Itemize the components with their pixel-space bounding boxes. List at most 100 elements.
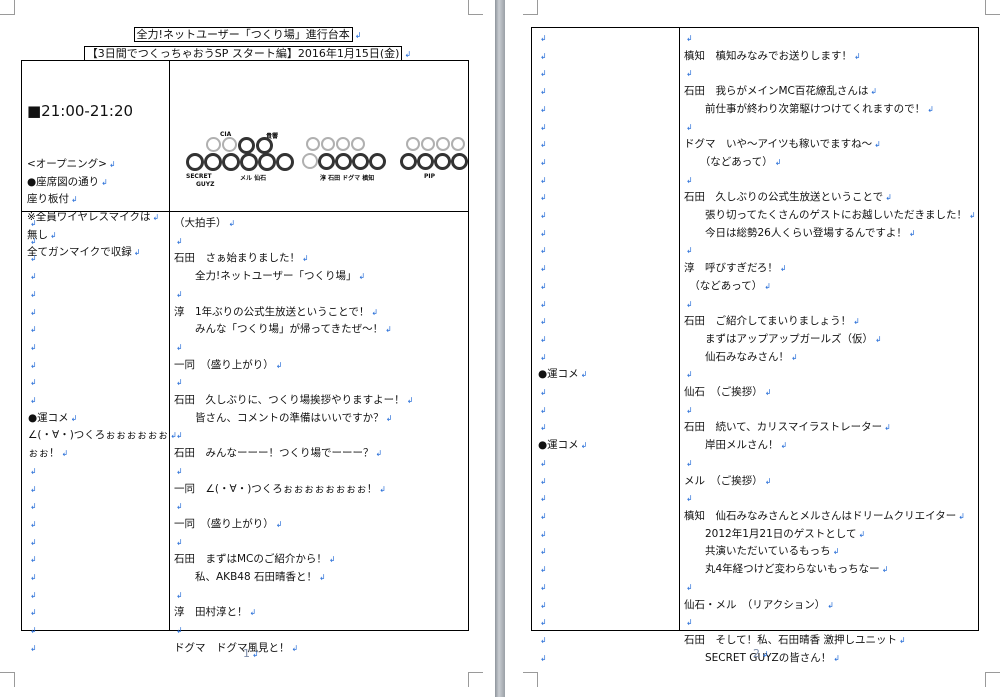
script-line: ↲ <box>30 590 37 600</box>
script-line: 槙知 仙石みなみさんとメルさんはドリームクリエイター ↲ <box>684 509 965 522</box>
script-line: ↲ <box>30 307 37 317</box>
script-line: 全力!ネットユーザー「つくり場」 ↲ <box>174 270 366 283</box>
script-line: ↲ <box>176 590 183 600</box>
script-line: ↲ <box>686 34 693 43</box>
seat-icon <box>258 153 276 171</box>
script-line: 皆さん、コメントの準備はいいですか？ ↲ <box>174 411 393 424</box>
seat-icon <box>436 137 450 151</box>
script-line: ↲ <box>30 537 37 547</box>
script-line: ↲ <box>540 582 547 592</box>
seat-label-secret: SECRET <box>186 173 212 180</box>
script-line: ↲ <box>30 466 37 476</box>
script-line: 一同 ∠(・∀・)つくろぉぉぉぉぉぉぉぉ！ ↲ <box>174 482 386 495</box>
seat-icon <box>417 153 434 170</box>
seat-icon <box>256 137 273 154</box>
script-line: ↲ <box>176 626 183 636</box>
script-line: ↲ <box>686 299 693 309</box>
script-line: 淳 田村淳と！ ↲ <box>174 606 257 619</box>
script-line: ↲ <box>30 378 37 388</box>
seat-label-guyz: GUYZ <box>196 181 215 188</box>
script-line: ↲ <box>540 494 547 504</box>
script-line: 石田 そして！私、石田晴香 激押しユニット ↲ <box>684 633 906 646</box>
script-line: 張り切ってたくさんのゲストにお越しいただきました！ ↲ <box>684 209 976 222</box>
page-gutter <box>495 0 505 697</box>
script-line: ↲ <box>540 175 547 185</box>
seat-icon <box>352 153 369 170</box>
script-line: 石田 まずはMCのご紹介から！ ↲ <box>174 553 336 566</box>
seat-icon <box>238 137 255 154</box>
crop-mark <box>985 0 1000 15</box>
seat-icon <box>434 153 451 170</box>
seat-icon <box>204 153 222 171</box>
seat-icon <box>318 153 335 170</box>
script-line: ↲ <box>30 254 37 264</box>
seat-icon <box>451 137 465 151</box>
script-line: ↲ <box>540 140 547 150</box>
script-line: 2012年1月21日のゲストとして ↲ <box>684 527 866 540</box>
script-line: ↲ <box>176 236 183 246</box>
seat-icon <box>406 137 420 151</box>
script-line: 石田 ご紹介してまいりましょう！ ↲ <box>684 315 860 328</box>
script-table-2: ↲ ↲ ↲ ↲ ↲ ↲ ↲ ↲ ↲ ↲ ↲ ↲ ↲ ↲ ↲ ↲ ↲ ↲ ↲ ●運コメ ↲ ↲ ↲ ↲ ●運コメ ↲ ↲ ↲ ↲ ↲ ↲ ↲ ↲ ↲… <box>531 27 979 664</box>
script-subtitle: 【3日間でつくっちゃおうSP スタート編】2016年1月15日(金) ↲ <box>0 45 495 61</box>
script-line: ↲ <box>30 484 37 494</box>
script-line: ↲ <box>540 600 547 610</box>
script-line: ↲ <box>686 405 693 415</box>
seat-icon <box>302 153 318 169</box>
crop-mark <box>468 0 483 15</box>
script-line: ↲ <box>686 246 693 256</box>
script-line: SECRET GUYZの皆さん！ ↲ <box>684 651 840 664</box>
script-line: ↲ <box>540 69 547 79</box>
script-line: ↲ <box>30 502 37 512</box>
script-line: ↲ <box>540 87 547 97</box>
script-line: ↲ <box>540 423 547 433</box>
script-line: ↲ <box>176 342 183 352</box>
script-line: ↲ <box>540 281 547 291</box>
script-line: ↲ <box>176 289 183 299</box>
script-line: ↲ <box>540 246 547 256</box>
crop-mark <box>523 0 538 15</box>
script-line: ↲ <box>30 555 37 565</box>
script-line: ↲ <box>540 511 547 521</box>
document-page-2: ↲ ↲ ↲ ↲ ↲ ↲ ↲ ↲ ↲ ↲ ↲ ↲ ↲ ↲ ↲ ↲ ↲ ↲ ↲ ●運コメ ↲ ↲ ↲ ↲ ●運コメ ↲ ↲ ↲ ↲ ↲ ↲ ↲ ↲ ↲… <box>505 0 1000 697</box>
seat-icon <box>222 153 240 171</box>
script-line: ↲ <box>540 352 547 362</box>
script-line: ↲ <box>686 582 693 592</box>
seat-label-pip: PIP <box>424 173 436 180</box>
script-line: 一同 （盛り上がり） ↲ <box>174 358 283 371</box>
script-line: 今日は総勢26人くらい登場するんですよ！ ↲ <box>684 226 916 239</box>
seat-icon <box>240 153 258 171</box>
seat-icon <box>336 137 350 151</box>
script-line: ↲ <box>540 405 547 415</box>
seat-icon <box>335 153 352 170</box>
seat-icon <box>351 137 365 151</box>
script-line: 座り板付 ↲ <box>27 193 78 206</box>
script-line: 槙知 槙知みなみでお送りします！ ↲ <box>684 49 861 62</box>
script-line: ↲ <box>540 529 547 539</box>
seat-label-meru-sentoku: メル 仙石 <box>240 175 267 182</box>
script-line: ↲ <box>540 476 547 486</box>
script-line: （などあって） ↲ <box>684 155 782 168</box>
script-line: ↲ <box>30 643 37 653</box>
script-line: ドグマ いや〜アイツも稼いでますね〜 ↲ <box>684 138 881 151</box>
seat-icon <box>222 137 237 152</box>
script-line: ↲ <box>176 502 183 512</box>
script-line: 前仕事が終わり次第駆けつけてくれますので！ ↲ <box>684 102 934 115</box>
script-line: ●座席図の通り ↲ <box>27 175 108 188</box>
section-time: ■21:00-21:20 <box>27 102 134 121</box>
script-line: 石田 久しぶりの公式生放送ということで ↲ <box>684 191 892 204</box>
script-line: ↲ <box>540 458 547 468</box>
script-line: 石田 続いて、カリスマイラストレーター ↲ <box>684 421 891 434</box>
seat-icon <box>321 137 335 151</box>
seat-icon <box>451 153 468 170</box>
script-line: メル （ご挨拶） ↲ <box>684 474 772 487</box>
seat-icon <box>276 153 294 171</box>
script-line: ↲ <box>686 618 693 628</box>
script-line: ドグマ ドグマ風見と！ ↲ <box>174 641 299 654</box>
script-line: 共演いただいているもっち ↲ <box>684 545 840 558</box>
crop-mark <box>468 672 483 687</box>
cue-column: ↲ ↲ ↲ ↲ ↲ ↲ ↲ ↲ ↲ ↲ ↲ ↲ ↲ ↲ ↲ ↲ ↲ ↲ ↲ ●運コメ ↲ ↲ ↲ ↲ ●運コメ ↲ ↲ ↲ ↲ ↲ ↲ ↲ ↲ ↲… <box>538 30 587 667</box>
seat-icon <box>306 137 320 151</box>
document-page-1: 全力!ネットユーザー「つくり場」進行台本 ↲ 【3日間でつくっちゃおうSP スター… <box>0 0 495 697</box>
column-divider <box>679 28 680 630</box>
